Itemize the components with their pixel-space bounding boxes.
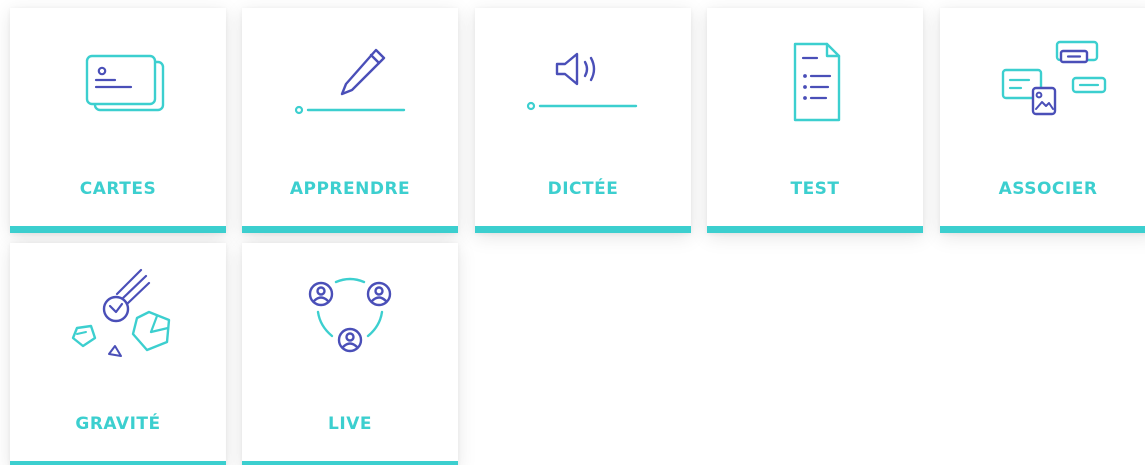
mode-label: DICTÉE xyxy=(547,179,619,199)
mode-card-live[interactable]: LIVE xyxy=(242,243,458,465)
speaker-icon xyxy=(475,8,691,158)
mode-card-cartes[interactable]: CARTES xyxy=(10,8,226,233)
mode-card-associer[interactable]: ASSOCIER xyxy=(940,8,1145,233)
pencil-icon xyxy=(242,8,458,158)
study-modes-grid: CARTES APPRENDRE DICTÉE TEST ASSOCIER GR… xyxy=(0,0,1145,465)
test-document-icon xyxy=(707,8,923,158)
mode-label: APPRENDRE xyxy=(289,179,411,199)
mode-label: CARTES xyxy=(79,179,157,199)
mode-label: GRAVITÉ xyxy=(75,414,161,434)
mode-card-dictee[interactable]: DICTÉE xyxy=(475,8,691,233)
mode-label: ASSOCIER xyxy=(998,179,1098,199)
mode-card-test[interactable]: TEST xyxy=(707,8,923,233)
mode-card-apprendre[interactable]: APPRENDRE xyxy=(242,8,458,233)
flashcards-icon xyxy=(10,8,226,158)
mode-label: TEST xyxy=(790,179,840,199)
asteroid-icon xyxy=(10,243,226,393)
mode-card-gravite[interactable]: GRAVITÉ xyxy=(10,243,226,465)
live-group-icon xyxy=(242,243,458,393)
match-icon xyxy=(940,8,1145,158)
mode-label: LIVE xyxy=(328,414,372,434)
